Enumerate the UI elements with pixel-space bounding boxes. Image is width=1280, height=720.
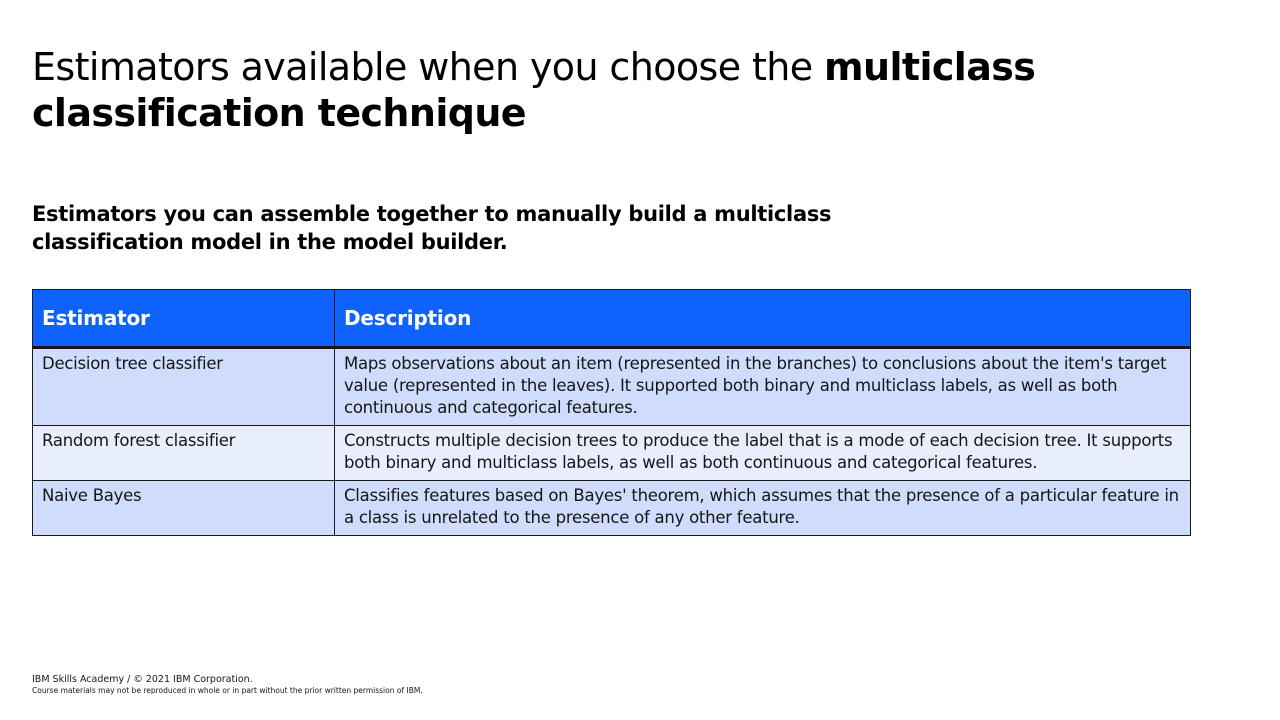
cell-description: Classifies features based on Bayes' theo… [334, 480, 1191, 536]
cell-estimator: Decision tree classifier [32, 347, 335, 426]
footer-copyright: IBM Skills Academy / © 2021 IBM Corporat… [32, 674, 253, 685]
estimator-table: Estimator Description Decision tree clas… [32, 289, 1191, 536]
slide-title-normal: Estimators available when you choose the [32, 45, 824, 89]
cell-description: Constructs multiple decision trees to pr… [334, 425, 1191, 481]
cell-description: Maps observations about an item (represe… [334, 347, 1191, 426]
table-header-row: Estimator Description [32, 289, 1191, 349]
footer-notice: Course materials may not be reproduced i… [32, 686, 423, 695]
slide-subtitle: Estimators you can assemble together to … [32, 202, 832, 254]
table-row: Naive Bayes Classifies features based on… [32, 480, 1191, 536]
cell-estimator: Naive Bayes [32, 480, 335, 536]
slide-title: Estimators available when you choose the… [32, 44, 1212, 136]
cell-estimator: Random forest classifier [32, 425, 335, 481]
table-row: Random forest classifier Constructs mult… [32, 425, 1191, 481]
footer: IBM Skills Academy / © 2021 IBM Corporat… [32, 673, 423, 696]
table-row: Decision tree classifier Maps observatio… [32, 347, 1191, 426]
header-estimator: Estimator [32, 289, 335, 349]
header-description: Description [334, 289, 1191, 349]
